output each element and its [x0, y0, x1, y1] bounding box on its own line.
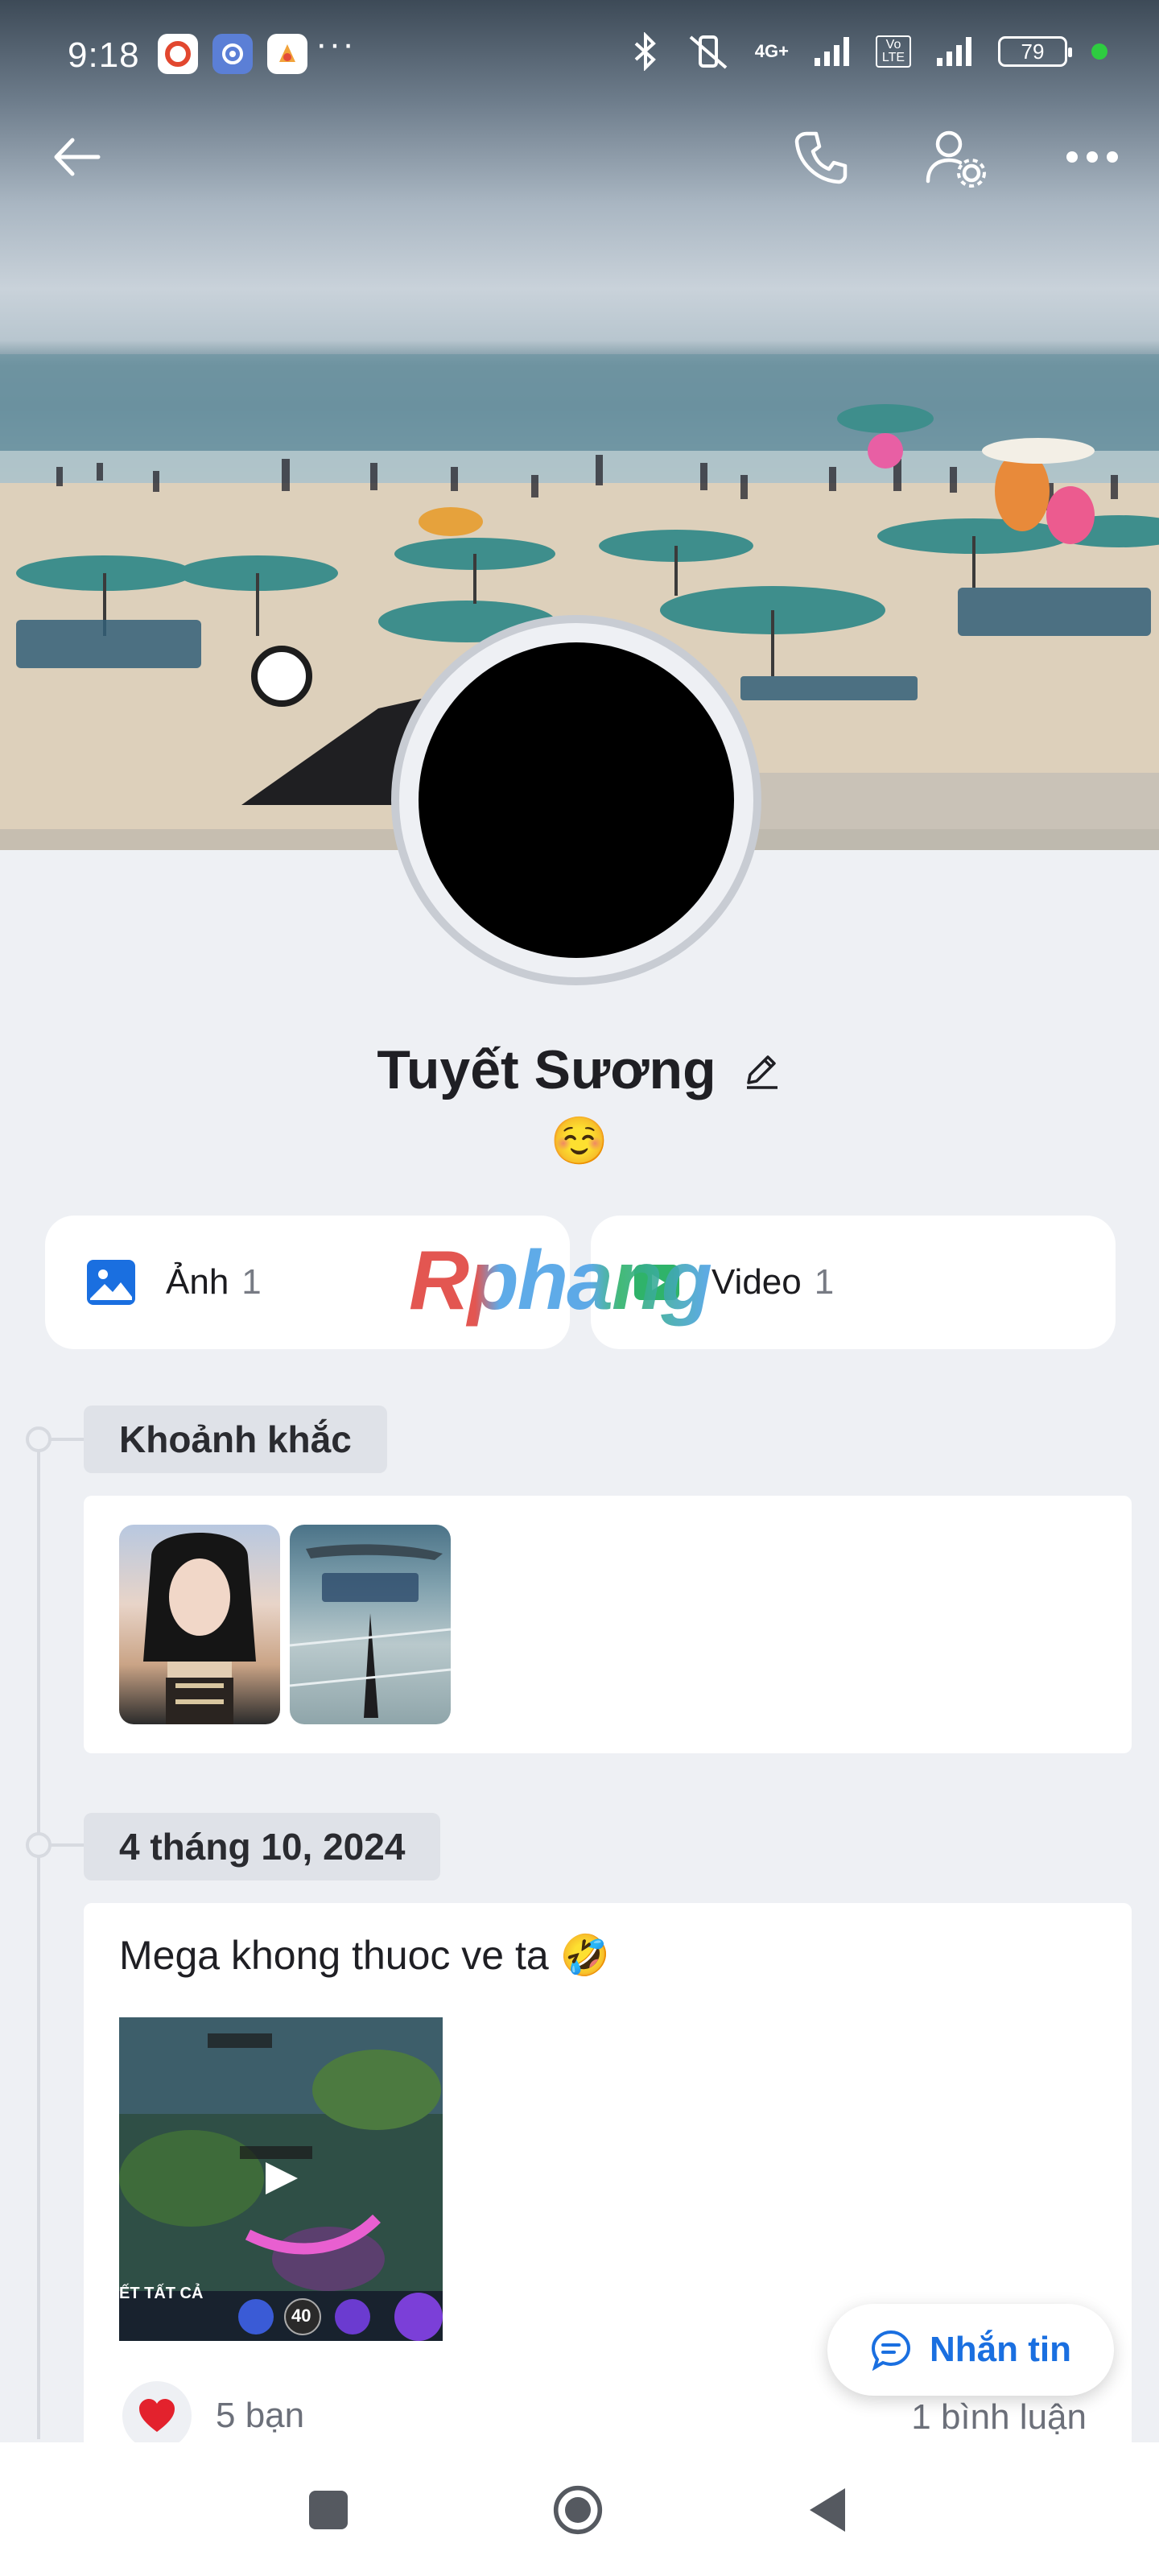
video-overlay-text: ẾT TẤT CẢ — [119, 2285, 204, 2302]
avatar-frame[interactable] — [391, 615, 761, 985]
arrow-left-icon — [54, 138, 101, 176]
timeline-node — [26, 1426, 52, 1452]
network-type: 4G+ — [754, 41, 789, 61]
user-settings-icon — [926, 130, 986, 188]
message-button[interactable]: Nhắn tin — [827, 2304, 1114, 2396]
profile-settings-button[interactable] — [919, 121, 992, 193]
app-notification-icon — [212, 34, 253, 74]
photos-count: 1 — [241, 1262, 262, 1302]
message-button-label: Nhắn tin — [930, 2330, 1071, 2369]
back-nav-button[interactable] — [802, 2484, 853, 2536]
bluetooth-icon — [634, 32, 656, 71]
signal-icon — [937, 37, 971, 66]
moment-thumbnail[interactable] — [290, 1525, 451, 1724]
reaction-count: 5 bạn — [216, 2396, 305, 2435]
mute-vibrate-icon — [689, 35, 728, 69]
watermark: Rphang — [409, 1234, 712, 1327]
back-button[interactable] — [40, 121, 113, 193]
image-icon — [87, 1260, 135, 1305]
status-bar: 9:18 ··· 4G+ Vo LTE 79 — [0, 0, 1159, 113]
more-horizontal-icon — [1066, 151, 1118, 163]
video-level-badge: 40 — [291, 2306, 311, 2326]
profile-name-row: Tuyết Sương — [0, 1038, 1159, 1101]
recent-apps-button[interactable] — [303, 2484, 354, 2536]
phone-icon — [794, 131, 848, 184]
photos-label: Ảnh — [166, 1262, 229, 1302]
profile-header-nav — [0, 113, 1159, 201]
privacy-indicator-dot — [1091, 43, 1107, 60]
signal-icon — [815, 37, 849, 66]
moment-thumbnail[interactable] — [119, 1525, 280, 1724]
more-notifications-icon: ··· — [316, 24, 356, 64]
post-video-thumbnail[interactable]: ẾT TẤT CẢ 40 — [119, 2017, 443, 2341]
profile-name: Tuyết Sương — [377, 1039, 716, 1100]
app-notification-icon — [267, 34, 307, 74]
post-date: 4 tháng 10, 2024 — [84, 1813, 441, 1880]
post-text: Mega khong thuoc ve ta 🤣 — [119, 1933, 610, 1978]
system-navigation-bar — [0, 2442, 1159, 2576]
home-button[interactable] — [552, 2484, 604, 2536]
heart-reaction-icon[interactable] — [122, 2381, 192, 2450]
moments-card — [84, 1496, 1132, 1753]
post-reactions[interactable]: 5 bạn — [122, 2381, 304, 2450]
edit-pencil-icon[interactable] — [740, 1049, 782, 1091]
chat-bubble-icon — [871, 2330, 911, 2371]
moments-title: Khoảnh khắc — [84, 1406, 387, 1473]
timeline-node — [26, 1832, 52, 1858]
triangle-back-icon — [810, 2488, 845, 2532]
call-button[interactable] — [786, 121, 858, 193]
home-circle-icon — [553, 2485, 603, 2535]
battery-indicator: 79 — [998, 36, 1072, 67]
more-options-button[interactable] — [1056, 121, 1128, 193]
timeline-connector — [50, 1438, 85, 1441]
status-time: 9:18 — [68, 35, 140, 75]
system-status-icons: 4G+ Vo LTE 79 — [629, 32, 1107, 71]
profile-status-emoji: ☺️ — [550, 1115, 609, 1167]
comment-count[interactable]: 1 bình luận — [911, 2397, 1087, 2438]
square-icon — [309, 2491, 348, 2529]
volte-badge: Vo LTE — [876, 35, 911, 68]
timeline-line — [37, 1441, 40, 2439]
app-notification-icon — [158, 34, 198, 74]
avatar[interactable] — [419, 642, 734, 958]
notification-icons — [158, 34, 307, 74]
videos-count: 1 — [814, 1262, 835, 1302]
videos-label: Video — [711, 1262, 802, 1302]
timeline-connector — [50, 1843, 85, 1847]
